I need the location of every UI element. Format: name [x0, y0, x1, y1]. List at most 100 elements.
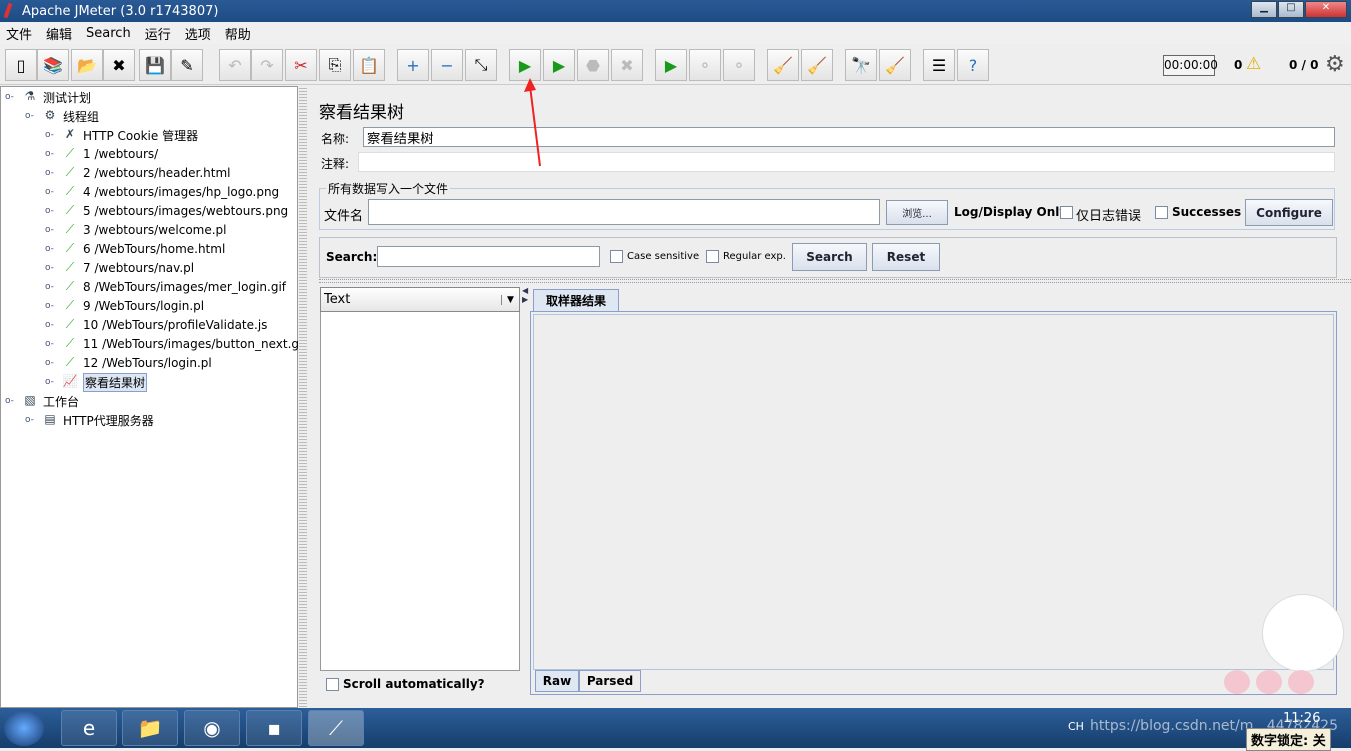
- tree-handle-icon[interactable]: o-: [5, 396, 21, 406]
- tree-node[interactable]: o- ⟋ 5 /webtours/images/webtours.png: [45, 202, 288, 220]
- errors-only-checkbox[interactable]: [1060, 206, 1073, 219]
- clock[interactable]: 11:26: [1283, 711, 1320, 726]
- tree-node[interactable]: o- ⟋ 12 /WebTours/login.pl: [45, 354, 212, 372]
- menu-item-5[interactable]: 帮助: [225, 24, 251, 43]
- remote-shutdown-button[interactable]: ⚬: [723, 49, 755, 81]
- tab-parsed[interactable]: Parsed: [579, 670, 641, 692]
- function-helper-button[interactable]: ☰: [923, 49, 955, 81]
- splitter-handle[interactable]: [299, 86, 307, 708]
- open-button[interactable]: 📂: [71, 49, 103, 81]
- menu-item-1[interactable]: 编辑: [46, 24, 72, 43]
- tree-node[interactable]: o- ⟋ 6 /WebTours/home.html: [45, 240, 225, 258]
- tree-handle-icon[interactable]: o-: [45, 320, 61, 330]
- shutdown-button[interactable]: ✖: [611, 49, 643, 81]
- results-list[interactable]: [320, 287, 520, 671]
- menu-item-2[interactable]: Search: [86, 26, 131, 41]
- renderer-select[interactable]: Text ▼: [320, 287, 520, 312]
- copy-button[interactable]: ⎘: [319, 49, 351, 81]
- tree-handle-icon[interactable]: o-: [45, 358, 61, 368]
- tree-node[interactable]: o- ⟋ 10 /WebTours/profileValidate.js: [45, 316, 267, 334]
- configure-button[interactable]: Configure: [1245, 199, 1333, 226]
- tree-handle-icon[interactable]: o-: [45, 339, 61, 349]
- tree-node[interactable]: o- ⚗ 测试计划: [5, 88, 91, 106]
- remote-start-button[interactable]: ▶: [655, 49, 687, 81]
- start-button[interactable]: [4, 710, 44, 746]
- toggle-button[interactable]: ⤡: [465, 49, 497, 81]
- help-button[interactable]: ?: [957, 49, 989, 81]
- warning-icon[interactable]: ⚠: [1246, 54, 1261, 74]
- tree-node[interactable]: o- ⟋ 11 /WebTours/images/button_next.gif: [45, 335, 307, 353]
- tree-node[interactable]: o- ⟋ 9 /WebTours/login.pl: [45, 297, 204, 315]
- tab-sampler-result[interactable]: 取样器结果: [533, 289, 619, 311]
- close-button[interactable]: ✖: [103, 49, 135, 81]
- search-button[interactable]: Search: [792, 243, 867, 271]
- save-as-button[interactable]: ✎: [171, 49, 203, 81]
- jmeter-taskbar-icon[interactable]: ⟋: [308, 710, 364, 746]
- reset-search-button[interactable]: 🧹: [879, 49, 911, 81]
- regex-checkbox[interactable]: [706, 250, 719, 263]
- tree-handle-icon[interactable]: o-: [25, 111, 41, 121]
- case-sensitive-checkbox[interactable]: [610, 250, 623, 263]
- chrome-taskbar-icon[interactable]: ◉: [184, 710, 240, 746]
- tree-handle-icon[interactable]: o-: [45, 263, 61, 273]
- tree-handle-icon[interactable]: o-: [45, 168, 61, 178]
- vertical-splitter[interactable]: [319, 279, 1351, 283]
- scroll-auto-checkbox[interactable]: [326, 678, 339, 691]
- remote-stop-button[interactable]: ⚬: [689, 49, 721, 81]
- expand-button[interactable]: +: [397, 49, 429, 81]
- redo-button[interactable]: ↷: [251, 49, 283, 81]
- start-no-pause-button[interactable]: ▶: [543, 49, 575, 81]
- reset-button[interactable]: Reset: [872, 243, 940, 271]
- undo-button[interactable]: ↶: [219, 49, 251, 81]
- tree-node[interactable]: o- ✗ HTTP Cookie 管理器: [45, 126, 198, 144]
- paste-button[interactable]: 📋: [353, 49, 385, 81]
- tree-handle-icon[interactable]: o-: [25, 415, 41, 425]
- tree-handle-icon[interactable]: o-: [45, 130, 61, 140]
- comment-input[interactable]: [358, 152, 1335, 172]
- tree-node[interactable]: o- ⟋ 4 /webtours/images/hp_logo.png: [45, 183, 279, 201]
- start-button[interactable]: ▶: [509, 49, 541, 81]
- tree-node[interactable]: o- ⟋ 3 /webtours/welcome.pl: [45, 221, 227, 239]
- tree-handle-icon[interactable]: o-: [45, 206, 61, 216]
- collapse-button[interactable]: −: [431, 49, 463, 81]
- cmd-taskbar-icon[interactable]: ▪: [246, 710, 302, 746]
- tree-node[interactable]: o- ▧ 工作台: [5, 392, 79, 410]
- minimize-button[interactable]: ▁: [1251, 1, 1277, 18]
- tree-handle-icon[interactable]: o-: [45, 149, 61, 159]
- successes-checkbox[interactable]: [1155, 206, 1168, 219]
- cut-button[interactable]: ✂: [285, 49, 317, 81]
- tree-node[interactable]: o- ⚙ 线程组: [25, 107, 99, 125]
- split-arrows-icon[interactable]: ◀ ▶: [522, 286, 530, 316]
- name-input[interactable]: [363, 127, 1335, 147]
- menu-item-3[interactable]: 运行: [145, 24, 171, 43]
- tree-handle-icon[interactable]: o-: [45, 187, 61, 197]
- tree-handle-icon[interactable]: o-: [45, 244, 61, 254]
- tree-handle-icon[interactable]: o-: [45, 225, 61, 235]
- save-button[interactable]: 💾: [139, 49, 171, 81]
- tree-node[interactable]: o- ⟋ 7 /webtours/nav.pl: [45, 259, 194, 277]
- tree-node[interactable]: o- ⟋ 2 /webtours/header.html: [45, 164, 231, 182]
- clear-button[interactable]: 🧹: [767, 49, 799, 81]
- tree-node[interactable]: o- ▤ HTTP代理服务器: [25, 411, 154, 429]
- templates-button[interactable]: 📚: [37, 49, 69, 81]
- explorer-taskbar-icon[interactable]: 📁: [122, 710, 178, 746]
- maximize-button[interactable]: □: [1278, 1, 1304, 18]
- filename-input[interactable]: [368, 199, 880, 225]
- stop-button[interactable]: ⬣: [577, 49, 609, 81]
- tree-handle-icon[interactable]: o-: [5, 92, 21, 102]
- tree-node[interactable]: o- 📈 察看结果树: [45, 372, 148, 392]
- new-button[interactable]: ▯: [5, 49, 37, 81]
- ie-taskbar-icon[interactable]: e: [61, 710, 117, 746]
- tree-handle-icon[interactable]: o-: [45, 282, 61, 292]
- tree-node[interactable]: o- ⟋ 1 /webtours/: [45, 145, 158, 163]
- search-binoculars-button[interactable]: 🔭: [845, 49, 877, 81]
- menu-item-4[interactable]: 选项: [185, 24, 211, 43]
- clear-all-button[interactable]: 🧹: [801, 49, 833, 81]
- tree-handle-icon[interactable]: o-: [45, 301, 61, 311]
- menu-item-0[interactable]: 文件: [6, 24, 32, 43]
- tree-handle-icon[interactable]: o-: [45, 377, 61, 387]
- search-input[interactable]: [377, 246, 600, 267]
- tab-raw[interactable]: Raw: [535, 670, 579, 692]
- language-indicator[interactable]: CH: [1068, 720, 1084, 733]
- close-window-button[interactable]: ✕: [1305, 1, 1347, 18]
